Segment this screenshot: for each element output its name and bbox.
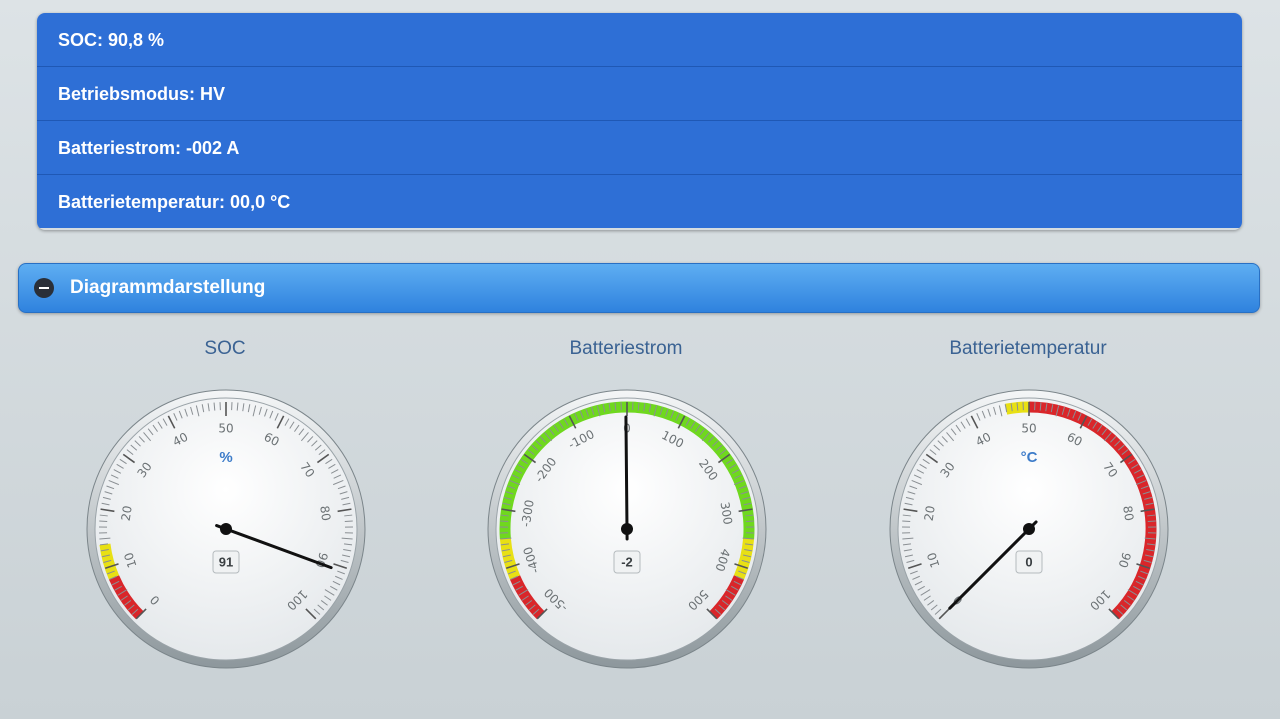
gauge-unit: °C: [1021, 449, 1038, 466]
current-gauge-title: Batteriestrom: [569, 338, 683, 359]
gauge-value-readout: 0: [1025, 554, 1032, 569]
gauge-minor-tick: [902, 520, 911, 523]
gauge-value-readout: -2: [621, 554, 633, 569]
gauge-minor-tick: [1147, 520, 1156, 523]
soc-gauge: 0102030405060708090100%91: [86, 389, 366, 669]
gauge-minor-tick: [745, 520, 754, 523]
battery-temperature-gauge: 0102030405060708090100°C0: [889, 389, 1169, 669]
chart-section-label: Diagrammdarstellung: [70, 277, 266, 298]
gauge-scale-label: 50: [1021, 422, 1036, 436]
gauge-needle-hub: [621, 523, 633, 535]
gauge-minor-tick: [500, 520, 509, 523]
battery-current-gauge: -500-400-300-200-1000100200300400500-2: [487, 389, 767, 669]
gauge-scale-label: 50: [218, 422, 233, 436]
soc-gauge-title: SOC: [204, 338, 246, 359]
battery-current-row: Batteriestrom: -002 A: [37, 120, 1242, 174]
gauge-needle-hub: [1023, 523, 1035, 535]
battery-temperature-row: Batterietemperatur: 00,0 °C: [37, 174, 1242, 228]
gauge-scale-label: 80: [317, 505, 333, 522]
chart-section-toggle[interactable]: Diagrammdarstellung: [18, 263, 1260, 313]
minus-circle-icon[interactable]: [34, 278, 54, 298]
gauge-unit: %: [219, 449, 232, 466]
soc-row: SOC: 90,8 %: [37, 13, 1242, 66]
temperature-gauge-title: Batterietemperatur: [949, 338, 1107, 359]
gauge-scale-label: 20: [922, 505, 938, 522]
gauge-scale-label: 20: [119, 505, 135, 522]
battery-status-list: SOC: 90,8 % Betriebsmodus: HV Batteriest…: [37, 13, 1242, 230]
gauge-scale-label: 80: [1120, 505, 1136, 522]
gauge-needle: [624, 415, 629, 541]
gauge-value-readout: 91: [219, 554, 233, 569]
gauge-minor-tick: [99, 520, 108, 523]
operating-mode-row: Betriebsmodus: HV: [37, 66, 1242, 120]
gauge-minor-tick: [344, 520, 353, 523]
gauge-needle-hub: [220, 523, 232, 535]
